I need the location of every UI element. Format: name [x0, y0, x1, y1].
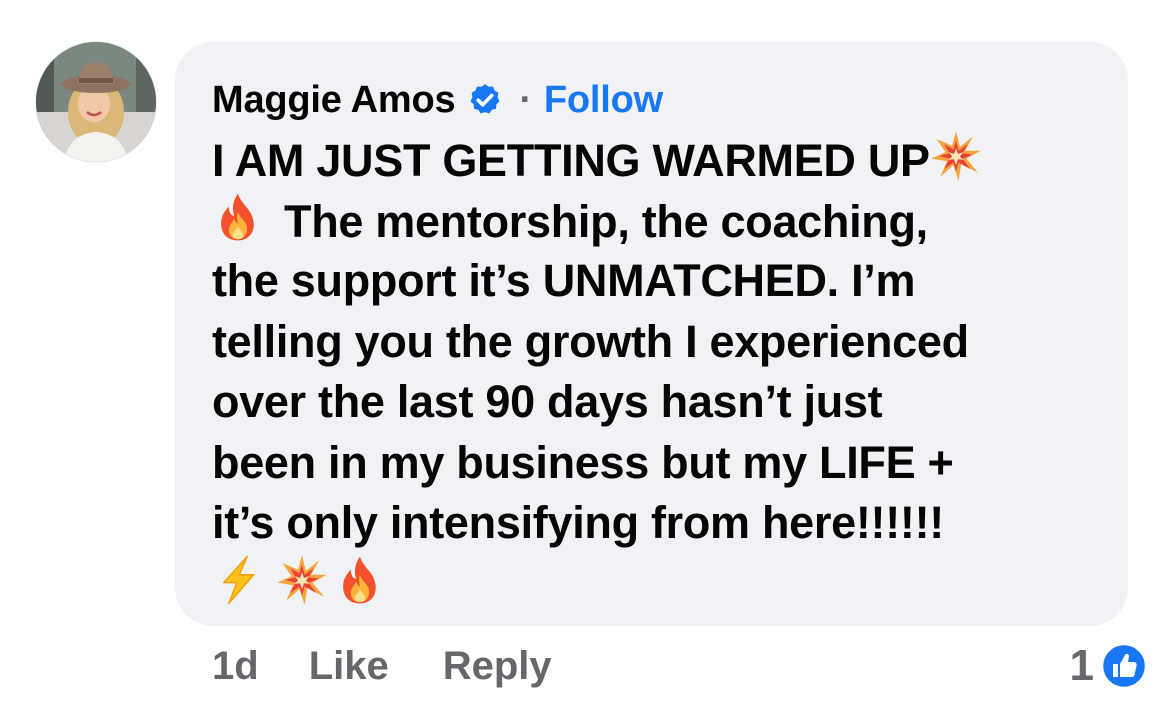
comment-line: The mentorship, the coaching, [212, 191, 1112, 252]
comment-header: Maggie Amos · Follow [212, 76, 663, 124]
comment-text-line-2: The mentorship, the coaching, [284, 195, 928, 247]
comment-text-line-6: been in my business but my LIFE + [212, 436, 954, 488]
comment-line: the support it’s UNMATCHED. I’m [212, 251, 1112, 312]
reaction-summary[interactable]: 1 [1070, 640, 1148, 692]
reply-button[interactable]: Reply [443, 644, 552, 689]
fire-emoji-icon [334, 554, 386, 606]
comment-text-line-1: I AM JUST GETTING WARMED UP [212, 135, 930, 186]
comment-text-line-4: telling you the growth I experienced [212, 315, 969, 367]
comment-text-line-5: over the last 90 days hasn’t just [212, 376, 883, 427]
comment-line: I AM JUST GETTING WARMED UP [212, 130, 1112, 191]
comment-line: over the last 90 days hasn’t just [212, 372, 1112, 433]
separator-dot: · [519, 78, 532, 121]
comment-actions: 1d Like Reply [212, 640, 552, 692]
comment-line: it’s only intensifying from here!!!!!! [212, 493, 1112, 554]
reaction-count: 1 [1069, 641, 1094, 690]
collision-emoji-icon [276, 554, 328, 606]
comment-text-line-3: the support it’s UNMATCHED. I’m [212, 255, 916, 306]
profile-photo [36, 42, 156, 162]
fire-emoji-icon [212, 191, 264, 243]
timestamp[interactable]: 1d [212, 644, 259, 689]
avatar[interactable] [36, 42, 156, 162]
author-name[interactable]: Maggie Amos [212, 79, 456, 122]
like-thumb-icon [1100, 642, 1148, 690]
comment-line: been in my business but my LIFE + [212, 433, 1112, 494]
follow-button[interactable]: Follow [544, 79, 663, 122]
high-voltage-emoji-icon [212, 554, 264, 606]
like-button[interactable]: Like [309, 644, 389, 689]
verified-badge-icon [467, 82, 503, 118]
comment-text-line-7: it’s only intensifying from here!!!!!! [212, 497, 944, 548]
collision-emoji-icon [930, 130, 982, 182]
emoji-row [212, 554, 1112, 615]
comment-line: telling you the growth I experienced [212, 312, 1112, 373]
comment-body: I AM JUST GETTING WARMED UP The mentorsh… [212, 130, 1112, 614]
